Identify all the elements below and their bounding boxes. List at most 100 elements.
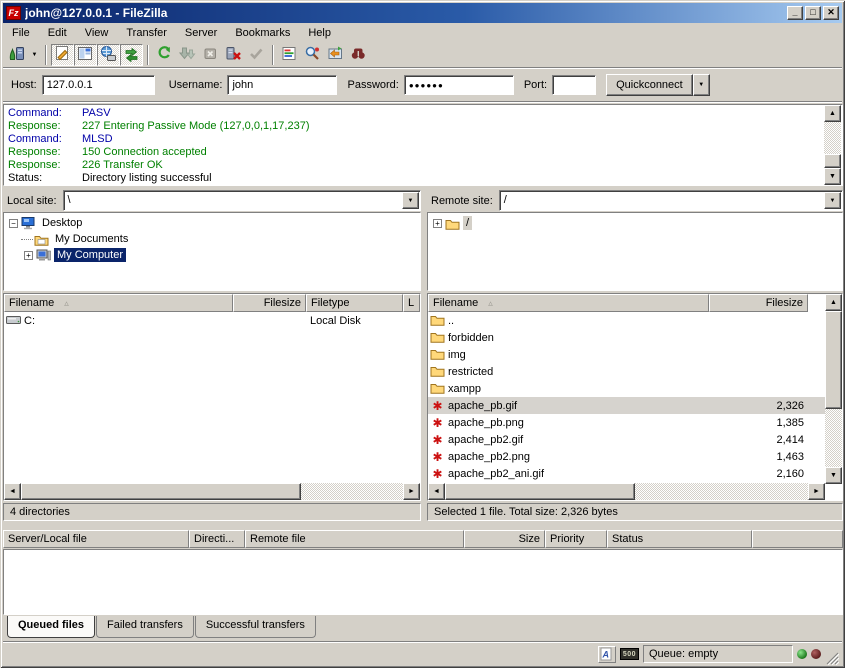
speed-limit-icon[interactable]: 500 [620,648,639,660]
column-header-remote-file[interactable]: Remote file [245,530,464,548]
column-header-filetype[interactable]: Filetype [306,294,403,312]
username-label: Username: [169,79,223,91]
menu-server[interactable]: Server [176,24,226,42]
log-scrollbar[interactable]: ▲ ▼ [824,105,841,185]
remote-file-row[interactable]: forbidden [428,329,842,346]
remote-file-row[interactable]: img [428,346,842,363]
cancel-button[interactable] [199,44,222,66]
menu-file[interactable]: File [3,24,39,42]
remote-file-row[interactable]: ✱apache_pb2_ani.gif 2,160 [428,465,842,482]
scroll-down-icon[interactable]: ▼ [824,168,841,185]
message-log[interactable]: Command:PASV Response:227 Entering Passi… [3,104,843,186]
find-files-button[interactable] [347,44,370,66]
menu-edit[interactable]: Edit [39,24,76,42]
local-horizontal-scrollbar[interactable]: ◄ ► [4,483,420,500]
synchronized-browsing-button[interactable] [324,44,347,66]
column-header-priority[interactable]: Priority [545,530,607,548]
remote-file-row-selected[interactable]: ✱apache_pb.gif 2,326 [428,397,842,414]
scroll-right-icon[interactable]: ► [808,483,825,500]
column-header-direction[interactable]: Directi... [189,530,245,548]
menu-view[interactable]: View [76,24,118,42]
scrollbar-thumb[interactable] [825,311,842,409]
combo-dropdown-icon[interactable]: ▼ [824,192,841,209]
transfer-queue-list[interactable] [3,549,843,615]
scrollbar-thumb[interactable] [824,154,841,168]
remote-file-row[interactable]: ✱apache_pb.png 1,385 [428,414,842,431]
desktop-icon [21,216,36,230]
tree-item-my-documents[interactable]: My Documents [6,231,418,247]
tab-failed-transfers[interactable]: Failed transfers [96,616,194,638]
toggle-transfer-queue-button[interactable] [120,44,143,66]
menu-bar: File Edit View Transfer Server Bookmarks… [3,23,842,43]
remote-horizontal-scrollbar[interactable]: ◄ ► [428,483,825,500]
column-header-status[interactable]: Status [607,530,752,548]
resize-grip[interactable] [825,651,839,665]
quickconnect-dropdown[interactable]: ▼ [693,74,710,96]
tree-item-my-computer[interactable]: + My Computer [6,247,418,263]
remote-site-combobox[interactable]: / ▼ [499,190,843,211]
folder-icon [430,313,445,329]
receive-indicator-led [797,649,807,659]
image-file-icon: ✱ [430,451,445,463]
log-line: Command:MLSD [8,133,822,146]
column-header-filesize[interactable]: Filesize [233,294,306,312]
scroll-down-icon[interactable]: ▼ [825,467,842,484]
reconnect-button[interactable] [245,44,268,66]
menu-help[interactable]: Help [299,24,340,42]
minimize-button[interactable]: _ [787,6,803,20]
column-header-size[interactable]: Size [464,530,545,548]
column-header-server-local-file[interactable]: Server/Local file [3,530,189,548]
collapse-icon[interactable]: − [9,219,18,228]
remote-file-row[interactable]: .. [428,312,842,329]
title-bar[interactable]: Fz john@127.0.0.1 - FileZilla _ □ ✕ [3,3,842,23]
site-manager-button[interactable] [5,44,28,66]
directory-comparison-button[interactable] [301,44,324,66]
quickconnect-button[interactable]: Quickconnect [606,74,693,96]
local-site-combobox[interactable]: \ ▼ [63,190,421,211]
column-header-last-modified[interactable]: L [403,294,420,312]
remote-file-row[interactable]: ✱apache_pb2.png 1,463 [428,448,842,465]
menu-bookmarks[interactable]: Bookmarks [226,24,299,42]
remote-file-row[interactable]: restricted [428,363,842,380]
maximize-button[interactable]: □ [805,6,821,20]
process-queue-icon [179,45,196,65]
local-file-row[interactable]: C: Local Disk [4,312,420,329]
tab-queued-files[interactable]: Queued files [7,616,95,638]
remote-vertical-scrollbar[interactable]: ▲ ▼ [825,294,842,484]
toggle-local-listing-button[interactable] [97,44,120,66]
close-button[interactable]: ✕ [823,6,839,20]
menu-transfer[interactable]: Transfer [117,24,176,42]
toggle-directory-trees-button[interactable] [74,44,97,66]
expand-icon[interactable]: + [433,219,442,228]
scroll-right-icon[interactable]: ► [403,483,420,500]
toggle-message-log-button[interactable] [51,44,74,66]
password-input[interactable] [404,75,514,95]
scroll-left-icon[interactable]: ◄ [4,483,21,500]
combo-dropdown-icon[interactable]: ▼ [402,192,419,209]
scrollbar-thumb[interactable] [445,483,635,500]
column-header-filename[interactable]: Filename▵ [4,294,233,312]
scroll-up-icon[interactable]: ▲ [824,105,841,122]
column-header-filename[interactable]: Filename▵ [428,294,709,312]
ascii-data-type-icon[interactable]: A [598,646,616,663]
scrollbar-thumb[interactable] [21,483,301,500]
scroll-left-icon[interactable]: ◄ [428,483,445,500]
scroll-up-icon[interactable]: ▲ [825,294,842,311]
column-header-filesize[interactable]: Filesize [709,294,808,312]
filename-filters-button[interactable] [278,44,301,66]
site-manager-dropdown[interactable]: ▼ [28,44,41,66]
refresh-button[interactable] [153,44,176,66]
disconnect-button[interactable] [222,44,245,66]
port-label: Port: [524,79,547,91]
remote-file-row[interactable]: xampp [428,380,842,397]
port-input[interactable] [552,75,596,95]
tree-item-desktop[interactable]: − Desktop [6,215,418,231]
sort-ascending-icon: ▵ [64,298,69,308]
process-queue-button[interactable] [176,44,199,66]
username-input[interactable] [227,75,337,95]
tab-successful-transfers[interactable]: Successful transfers [195,616,316,638]
host-input[interactable] [42,75,155,95]
remote-file-row[interactable]: ✱apache_pb2.gif 2,414 [428,431,842,448]
expand-icon[interactable]: + [24,251,33,260]
tree-item-root[interactable]: + / [430,215,840,231]
